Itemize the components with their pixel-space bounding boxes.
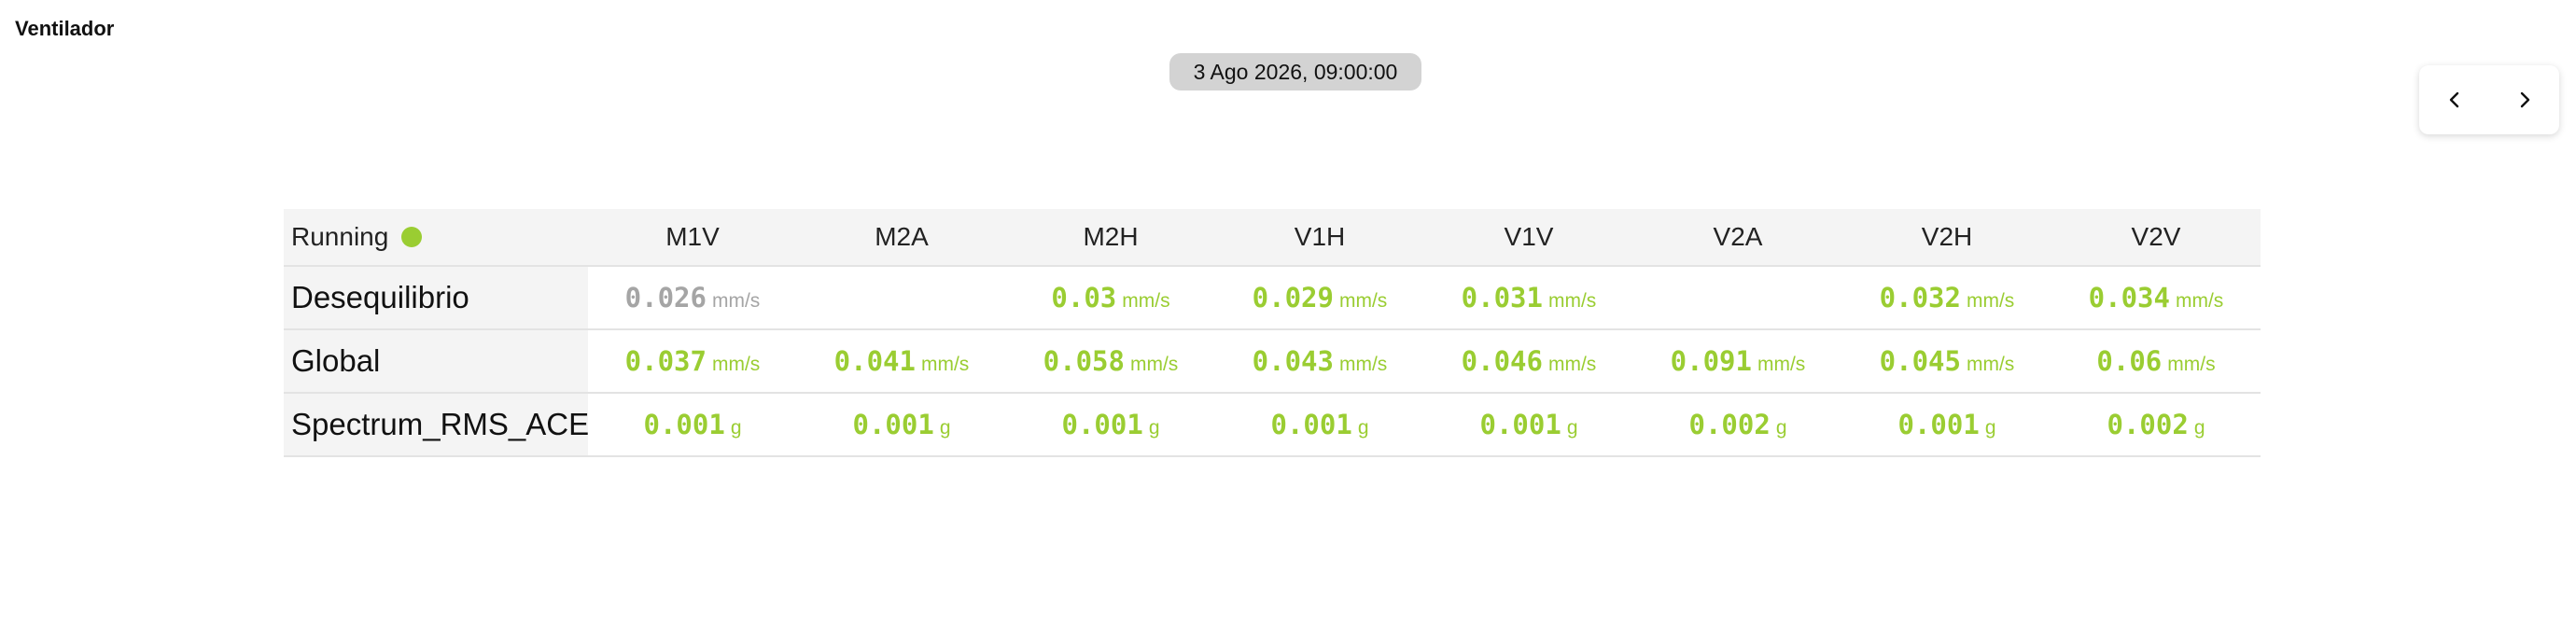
measurement-unit: mm/s <box>1757 354 1806 375</box>
row-label: Spectrum_RMS_ACE <box>284 393 589 457</box>
measurement-cell: 0.002 g <box>2051 393 2261 457</box>
column-header: V1H <box>1215 209 1424 267</box>
measurement-value: 0.001 <box>1897 409 1980 440</box>
measurement-unit: g <box>1357 417 1369 439</box>
measurement-unit: mm/s <box>1966 354 2015 375</box>
measurement-cell <box>1633 266 1842 330</box>
column-header: V2V <box>2051 209 2261 267</box>
table-row: Global 0.037 mm/s 0.041 mm/s 0.058 mm/s 0.043 mm… <box>284 329 2261 394</box>
measurement-unit: mm/s <box>711 354 761 375</box>
status-label: Running <box>291 222 389 251</box>
measurement-unit: g <box>1775 417 1787 439</box>
time-navigation <box>2419 65 2559 134</box>
measurements-table: Running M1V M2A M2H V1H V1V V2A V2H V2V Desequi… <box>284 209 2261 457</box>
measurement-unit: g <box>939 417 951 439</box>
measurement-unit: mm/s <box>711 290 761 312</box>
measurement-value: 0.001 <box>643 409 725 440</box>
table-header-row: Running M1V M2A M2H V1H V1V V2A V2H V2V <box>284 209 2261 267</box>
measurement-unit: mm/s <box>1547 354 1597 375</box>
measurement-value: 0.001 <box>1061 409 1143 440</box>
column-header: M1V <box>588 209 797 267</box>
measurement-unit: g <box>1566 417 1578 439</box>
measurement-cell: 0.041 mm/s <box>797 329 1006 394</box>
measurement-cell: 0.001 g <box>1006 393 1215 457</box>
column-header: V2H <box>1842 209 2051 267</box>
measurement-value: 0.06 <box>2096 345 2163 377</box>
measurement-unit: mm/s <box>1966 290 2015 312</box>
measurement-cell: 0.091 mm/s <box>1633 329 1842 394</box>
column-header: M2A <box>797 209 1006 267</box>
measurement-value: 0.091 <box>1670 345 1752 377</box>
measurement-unit: mm/s <box>1129 354 1179 375</box>
measurement-value: 0.043 <box>1252 345 1334 377</box>
measurement-value: 0.029 <box>1252 282 1334 314</box>
table-row: Desequilibrio 0.026 mm/s 0.03 mm/s 0.029 mm/s 0… <box>284 266 2261 330</box>
measurement-cell: 0.037 mm/s <box>588 329 797 394</box>
previous-button[interactable] <box>2429 74 2481 126</box>
next-button[interactable] <box>2499 74 2551 126</box>
measurement-cell: 0.026 mm/s <box>588 266 797 330</box>
column-header: V1V <box>1424 209 1633 267</box>
measurement-value: 0.001 <box>1479 409 1561 440</box>
measurement-unit: mm/s <box>2167 354 2216 375</box>
dashboard-page: Ventilador 3 Ago 2026, 09:00:00 Running … <box>0 0 2576 627</box>
measurement-cell: 0.046 mm/s <box>1424 329 1633 394</box>
measurement-unit: mm/s <box>1338 290 1388 312</box>
measurement-cell: 0.058 mm/s <box>1006 329 1215 394</box>
measurement-value: 0.001 <box>852 409 934 440</box>
row-label: Global <box>284 329 588 394</box>
measurement-value: 0.002 <box>2107 409 2189 440</box>
measurement-unit: mm/s <box>2175 290 2224 312</box>
measurement-value: 0.032 <box>1879 282 1961 314</box>
timestamp-badge: 3 Ago 2026, 09:00:00 <box>1169 53 1421 91</box>
measurement-value: 0.03 <box>1051 282 1117 314</box>
measurement-cell: 0.031 mm/s <box>1424 266 1633 330</box>
measurement-value: 0.001 <box>1270 409 1352 440</box>
measurement-unit: mm/s <box>1122 290 1170 312</box>
measurement-value: 0.046 <box>1461 345 1543 377</box>
measurement-value: 0.041 <box>833 345 916 377</box>
measurement-cell: 0.001 g <box>1424 393 1633 457</box>
measurement-cell: 0.001 g <box>588 393 797 457</box>
measurement-cell: 0.001 g <box>797 393 1006 457</box>
measurement-unit: g <box>1148 417 1160 439</box>
machine-status: Running <box>284 209 588 267</box>
measurement-cell: 0.032 mm/s <box>1842 266 2051 330</box>
measurement-unit: mm/s <box>1547 290 1597 312</box>
column-header: M2H <box>1006 209 1215 267</box>
page-title: Ventilador <box>15 17 115 40</box>
table-row: Spectrum_RMS_ACE 0.001 g 0.001 g 0.001 g 0.001 g… <box>284 393 2261 457</box>
measurement-cell: 0.043 mm/s <box>1215 329 1424 394</box>
measurement-value: 0.037 <box>624 345 707 377</box>
status-indicator-dot <box>401 226 423 247</box>
measurement-cell: 0.001 g <box>1842 393 2051 457</box>
measurement-unit: g <box>730 417 742 439</box>
measurement-value: 0.026 <box>624 282 707 314</box>
measurement-cell: 0.034 mm/s <box>2051 266 2261 330</box>
measurement-unit: g <box>2193 417 2205 439</box>
measurement-value: 0.045 <box>1879 345 1961 377</box>
chevron-left-icon <box>2449 91 2458 108</box>
measurement-value: 0.002 <box>1688 409 1771 440</box>
column-header: V2A <box>1633 209 1842 267</box>
table-body: Desequilibrio 0.026 mm/s 0.03 mm/s 0.029 mm/s 0… <box>284 266 2261 457</box>
chevron-right-icon <box>2520 91 2529 108</box>
measurement-unit: mm/s <box>1338 354 1388 375</box>
measurement-value: 0.031 <box>1461 282 1543 314</box>
measurement-cell <box>797 266 1006 330</box>
measurement-unit: g <box>1984 417 1996 439</box>
measurement-cell: 0.029 mm/s <box>1215 266 1424 330</box>
measurement-cell: 0.001 g <box>1215 393 1424 457</box>
row-label: Desequilibrio <box>284 266 588 330</box>
measurement-cell: 0.06 mm/s <box>2051 329 2261 394</box>
measurement-cell: 0.03 mm/s <box>1006 266 1215 330</box>
measurement-value: 0.034 <box>2088 282 2170 314</box>
measurement-value: 0.058 <box>1043 345 1125 377</box>
measurement-unit: mm/s <box>920 354 970 375</box>
measurement-cell: 0.002 g <box>1633 393 1842 457</box>
measurement-cell: 0.045 mm/s <box>1842 329 2051 394</box>
